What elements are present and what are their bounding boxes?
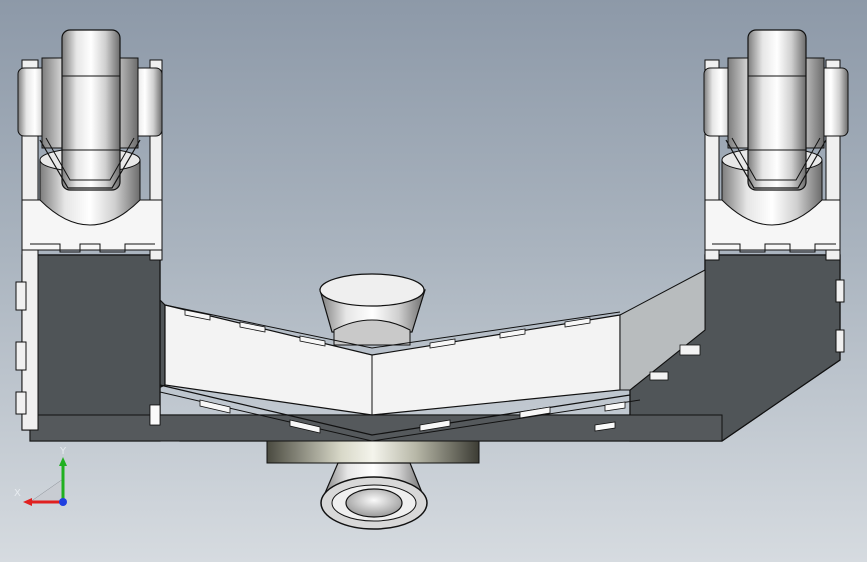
- bottom-axle-bar: [266, 440, 480, 464]
- y-axis-head: [59, 457, 67, 466]
- coordinate-triad: X Y: [14, 446, 67, 506]
- center-top-roller: [319, 273, 426, 346]
- z-axis-dot: [59, 498, 67, 506]
- bottom-roller: [320, 462, 428, 530]
- cad-viewport[interactable]: X Y: [0, 0, 867, 562]
- y-axis-label: Y: [59, 446, 67, 457]
- cad-model-view[interactable]: [0, 0, 867, 562]
- triad-plane: [29, 478, 64, 503]
- x-axis-label: X: [14, 488, 21, 499]
- x-axis-head: [23, 498, 32, 506]
